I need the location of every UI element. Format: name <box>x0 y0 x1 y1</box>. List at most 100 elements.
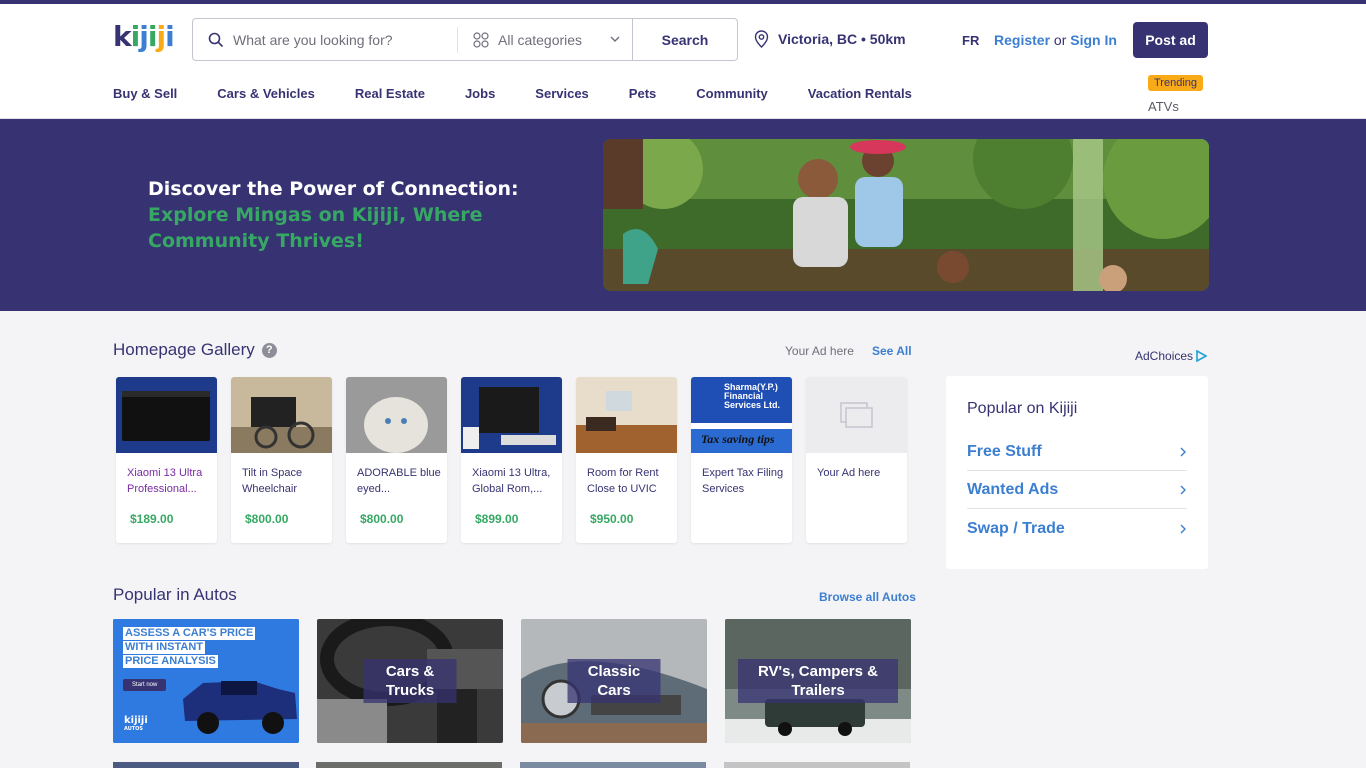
nav-jobs[interactable]: Jobs <box>465 86 495 101</box>
listing-thumbnail <box>576 377 677 453</box>
gallery-card[interactable]: Room for Rent Close to UVIC $950.00 <box>576 377 677 543</box>
autos-title: Popular in Autos <box>113 585 237 604</box>
ad-choices[interactable]: AdChoices <box>1135 349 1208 363</box>
chevron-right-icon <box>1180 447 1186 456</box>
hero-line-1: Discover the Power of Connection: <box>148 178 519 200</box>
popular-item-label: Free Stuff <box>967 442 1042 460</box>
map-pin-icon <box>754 30 769 48</box>
site-header: kijiji All categories Search Victoria, B… <box>0 4 1366 119</box>
nav-cars-vehicles[interactable]: Cars & Vehicles <box>217 86 315 101</box>
listing-title: Xiaomi 13 Ultra, Global Rom,... <box>472 467 551 495</box>
popular-on-kijiji: Popular on Kijiji Free Stuff Wanted Ads … <box>946 376 1208 569</box>
gallery-card-placeholder[interactable]: Your Ad here <box>806 377 907 543</box>
search-divider <box>457 27 458 53</box>
listing-price: $189.00 <box>130 512 174 526</box>
register-link[interactable]: Register <box>994 32 1050 48</box>
listing-title: Your Ad here <box>817 467 881 479</box>
promo-line-2: WITH INSTANT <box>123 641 206 654</box>
listing-thumbnail: Sharma(Y.P.) Financial Services Ltd. Tax… <box>691 377 792 453</box>
nav-services[interactable]: Services <box>535 86 589 101</box>
ad-choices-label: AdChoices <box>1135 349 1194 363</box>
next-row-card-preview <box>316 762 502 768</box>
promo-start-button[interactable]: Start now <box>123 679 167 691</box>
popular-item-label: Wanted Ads <box>967 480 1059 498</box>
location-label: Victoria, BC • 50km <box>778 31 906 47</box>
tax-company-name: Sharma(Y.P.) Financial Services Ltd. <box>724 382 781 410</box>
gallery-card[interactable]: Tilt in Space Wheelchair $800.00 <box>231 377 332 543</box>
your-ad-link[interactable]: Your Ad here <box>785 344 854 358</box>
next-row-card-preview <box>113 762 299 768</box>
location-selector[interactable]: Victoria, BC • 50km <box>754 30 906 48</box>
ad-choices-icon <box>1196 350 1208 362</box>
gallery-card[interactable]: Sharma(Y.P.) Financial Services Ltd. Tax… <box>691 377 792 543</box>
gallery-card[interactable]: ADORABLE blue eyed... $800.00 <box>346 377 447 543</box>
popular-item-label: Swap / Trade <box>967 520 1065 537</box>
listing-title: Tilt in Space Wheelchair <box>242 467 303 495</box>
nav-pets[interactable]: Pets <box>629 86 656 101</box>
sign-in-link[interactable]: Sign In <box>1070 32 1117 48</box>
popular-title: Popular on Kijiji <box>967 400 1078 417</box>
category-nav: Buy & Sell Cars & Vehicles Real Estate J… <box>113 86 952 101</box>
kijiji-logo[interactable]: kijiji <box>113 20 175 53</box>
gallery-card[interactable]: Xiaomi 13 Ultra, Global Rom,... $899.00 <box>461 377 562 543</box>
listing-thumbnail <box>461 377 562 453</box>
card-label: RV's, Campers & Trailers <box>738 659 898 703</box>
listing-price: $800.00 <box>245 512 289 526</box>
hero-image <box>603 139 1209 291</box>
listing-thumbnail <box>231 377 332 453</box>
search-input[interactable] <box>233 19 453 60</box>
listing-price: $800.00 <box>360 512 404 526</box>
gallery-list: Xiaomi 13 Ultra Professional... $189.00 … <box>116 377 921 543</box>
card-label: Classic Cars <box>567 659 661 703</box>
autos-list: ASSESS A CAR'S PRICE WITH INSTANT PRICE … <box>113 619 911 743</box>
hero-line-2: Explore Mingas on Kijiji, Where Communit… <box>148 204 483 252</box>
nav-buy-sell[interactable]: Buy & Sell <box>113 86 177 101</box>
popular-item-swap-trade[interactable]: Swap / Trade <box>967 510 1187 548</box>
placeholder-thumbnail <box>806 377 907 453</box>
gallery-title-text: Homepage Gallery <box>113 340 255 359</box>
trending-badge: Trending <box>1148 75 1204 91</box>
autos-promo-card[interactable]: ASSESS A CAR'S PRICE WITH INSTANT PRICE … <box>113 619 299 743</box>
auth-links: Register or Sign In <box>994 32 1117 48</box>
listing-title: Xiaomi 13 Ultra Professional... <box>127 467 203 495</box>
language-toggle[interactable]: FR <box>962 33 979 48</box>
card-label: Cars & Trucks <box>363 659 457 703</box>
chevron-down-icon <box>610 36 620 42</box>
nav-community[interactable]: Community <box>696 86 768 101</box>
promo-headline: ASSESS A CAR'S PRICE WITH INSTANT PRICE … <box>123 627 256 669</box>
autos-card-rvs[interactable]: RV's, Campers & Trailers <box>725 619 911 743</box>
autos-card-cars-trucks[interactable]: Cars & Trucks <box>317 619 503 743</box>
listing-title: Room for Rent Close to UVIC <box>587 467 659 495</box>
see-all-link[interactable]: See All <box>872 344 912 358</box>
nav-vacation-rentals[interactable]: Vacation Rentals <box>808 86 912 101</box>
listing-thumbnail <box>116 377 217 453</box>
browse-autos-link[interactable]: Browse all Autos <box>819 590 916 604</box>
popular-item-wanted-ads[interactable]: Wanted Ads <box>967 471 1187 509</box>
chevron-right-icon <box>1180 485 1186 494</box>
listing-title: ADORABLE blue eyed... <box>357 467 441 495</box>
gallery-card[interactable]: Xiaomi 13 Ultra Professional... $189.00 <box>116 377 217 543</box>
search-icon <box>208 32 224 48</box>
popular-item-free-stuff[interactable]: Free Stuff <box>967 433 1187 471</box>
listing-price: $950.00 <box>590 512 634 526</box>
kijiji-autos-logo: kijiji AUTOS <box>124 716 148 734</box>
listing-thumbnail <box>346 377 447 453</box>
grid-icon <box>473 31 489 48</box>
autos-card-classic-cars[interactable]: Classic Cars <box>521 619 707 743</box>
category-label: All categories <box>498 31 583 48</box>
help-icon[interactable]: ? <box>261 342 277 358</box>
chevron-right-icon <box>1180 524 1186 534</box>
next-row-card-preview <box>724 762 910 768</box>
nav-real-estate[interactable]: Real Estate <box>355 86 425 101</box>
image-placeholder-icon <box>839 402 873 428</box>
hero-banner[interactable]: Discover the Power of Connection: Explor… <box>0 119 1366 311</box>
promo-logo-sub: AUTOS <box>124 726 144 732</box>
promo-line-3: PRICE ANALYSIS <box>123 655 218 668</box>
search-bar: All categories Search <box>192 18 738 61</box>
gallery-title: Homepage Gallery ? <box>113 340 277 360</box>
category-select[interactable]: All categories <box>473 19 623 60</box>
post-ad-button[interactable]: Post ad <box>1133 22 1208 58</box>
trending-item[interactable]: ATVs <box>1148 99 1179 114</box>
search-button[interactable]: Search <box>632 18 738 61</box>
listing-price: $899.00 <box>475 512 519 526</box>
